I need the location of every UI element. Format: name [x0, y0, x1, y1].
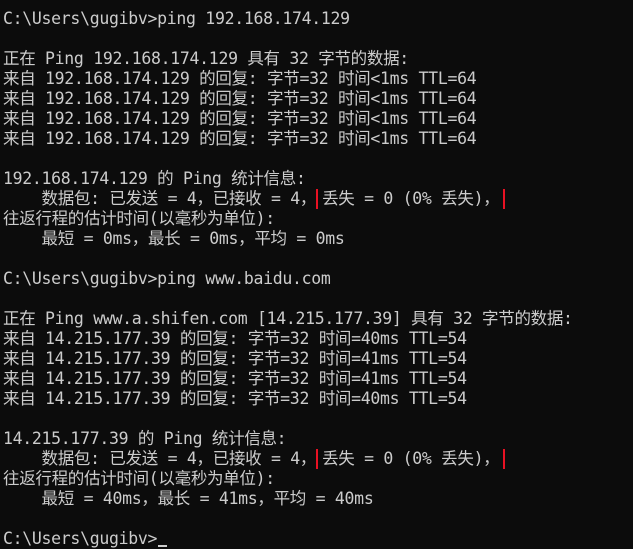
- console-output[interactable]: C:\Users\gugibv>ping 192.168.174.129 正在 …: [3, 9, 633, 549]
- rtt-title: 往返行程的估计时间(以毫秒为单位):: [3, 469, 275, 488]
- reply-line: 来自 192.168.174.129 的回复: 字节=32 时间<1ms TTL…: [3, 89, 477, 108]
- command-prompt[interactable]: C:\Users\gugibv>: [3, 529, 633, 549]
- rtt-values: 最短 = 0ms，最长 = 0ms，平均 = 0ms: [3, 229, 345, 248]
- reply-line: 来自 192.168.174.129 的回复: 字节=32 时间<1ms TTL…: [3, 129, 477, 148]
- prompt-text: C:\Users\gugibv>: [3, 529, 158, 548]
- packet-loss-highlight: 丢失 = 0 (0% 丢失)，: [316, 449, 506, 469]
- stats-title: 192.168.174.129 的 Ping 统计信息:: [3, 169, 306, 188]
- packet-loss-highlight: 丢失 = 0 (0% 丢失)，: [316, 189, 506, 209]
- ping-header: 正在 Ping www.a.shifen.com [14.215.177.39]…: [3, 309, 573, 328]
- packets-line: 数据包: 已发送 = 4，已接收 = 4， 丢失 = 0 (0% 丢失)，: [3, 449, 633, 469]
- reply-line: 来自 14.215.177.39 的回复: 字节=32 时间=41ms TTL=…: [3, 349, 467, 368]
- packets-line: 数据包: 已发送 = 4，已接收 = 4， 丢失 = 0 (0% 丢失)，: [3, 189, 633, 209]
- command-line: C:\Users\gugibv>ping 192.168.174.129: [3, 9, 350, 28]
- rtt-title: 往返行程的估计时间(以毫秒为单位):: [3, 209, 275, 228]
- packets-text: 数据包: 已发送 = 4，已接收 = 4，: [3, 449, 317, 468]
- reply-line: 来自 14.215.177.39 的回复: 字节=32 时间=40ms TTL=…: [3, 389, 467, 408]
- ping-header: 正在 Ping 192.168.174.129 具有 32 字节的数据:: [3, 49, 409, 68]
- reply-line: 来自 192.168.174.129 的回复: 字节=32 时间<1ms TTL…: [3, 109, 477, 128]
- text-cursor: [158, 545, 168, 547]
- stats-title: 14.215.177.39 的 Ping 统计信息:: [3, 429, 287, 448]
- command-line: C:\Users\gugibv>ping www.baidu.com: [3, 269, 331, 288]
- reply-line: 来自 14.215.177.39 的回复: 字节=32 时间=40ms TTL=…: [3, 329, 467, 348]
- rtt-values: 最短 = 40ms，最长 = 41ms，平均 = 40ms: [3, 489, 374, 508]
- packets-text: 数据包: 已发送 = 4，已接收 = 4，: [3, 189, 317, 208]
- reply-line: 来自 14.215.177.39 的回复: 字节=32 时间=41ms TTL=…: [3, 369, 467, 388]
- reply-line: 来自 192.168.174.129 的回复: 字节=32 时间<1ms TTL…: [3, 69, 477, 88]
